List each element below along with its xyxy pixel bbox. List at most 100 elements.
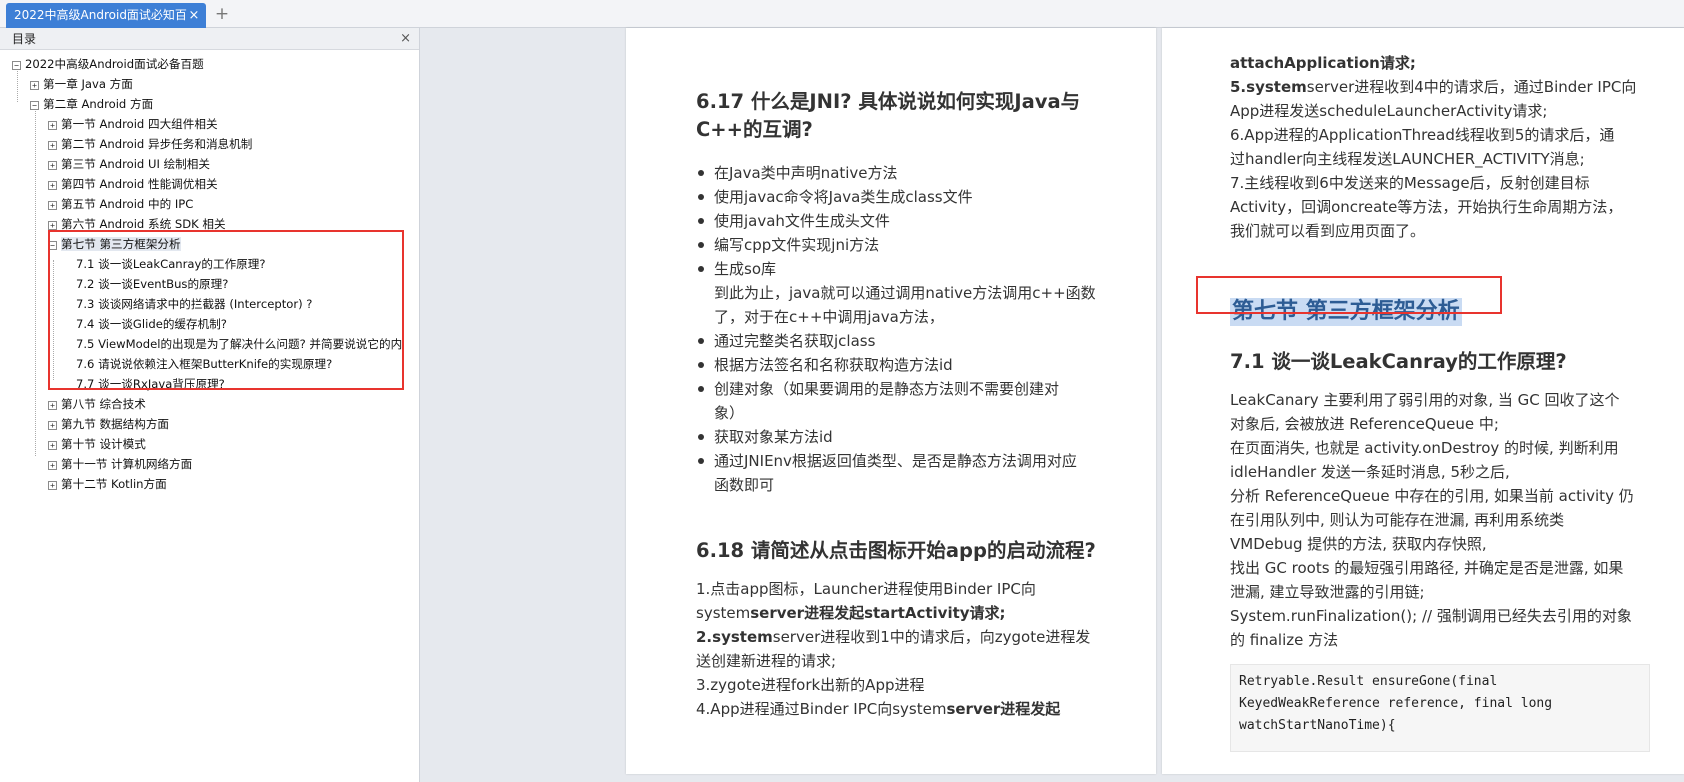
outline-header: 目录 × bbox=[0, 28, 419, 50]
outline-item-label: 第九节 数据结构方面 bbox=[61, 417, 170, 431]
code-line: KeyedWeakReference reference, final long bbox=[1239, 696, 1553, 711]
flow-line: 2.systemserver进程收到1中的请求后，向zygote进程发 bbox=[696, 628, 1091, 646]
outline-item[interactable]: + 第十节 设计模式 bbox=[48, 434, 146, 454]
outline-item-label: 第四节 Android 性能调优相关 bbox=[61, 177, 218, 191]
outline-item-label: 第八节 综合技术 bbox=[61, 397, 146, 411]
list-item: 使用javac命令将Java类生成class文件 bbox=[696, 185, 1136, 209]
list-item: 获取对象某方法id bbox=[696, 425, 1136, 449]
jni-steps-list: 在Java类中声明native方法使用javac命令将Java类生成class文… bbox=[696, 161, 1136, 497]
outline-item[interactable]: + 第十二节 Kotlin方面 bbox=[48, 474, 167, 494]
launch-flow-continued: attachApplication请求; 5.systemserver进程收到4… bbox=[1230, 51, 1670, 243]
outline-item-label: 第一章 Java 方面 bbox=[43, 77, 133, 91]
list-item-text: 使用javah文件生成头文件 bbox=[714, 212, 890, 230]
expand-icon[interactable]: + bbox=[48, 461, 57, 470]
heading-6-17: 6.17 什么是JNI? 具体说说如何实现Java与 C++的互调? bbox=[696, 88, 1080, 144]
heading-6-17-line1: 6.17 什么是JNI? 具体说说如何实现Java与 bbox=[696, 90, 1081, 113]
outline-close-icon[interactable]: × bbox=[400, 28, 411, 50]
list-item-continuation: 到此为止，java就可以通过调用native方法调用c++函数 bbox=[714, 284, 1096, 302]
outline-item[interactable]: + 第三节 Android UI 绘制相关 bbox=[48, 154, 210, 174]
outline-item-label: 第五节 Android 中的 IPC bbox=[61, 197, 194, 211]
outline-title: 目录 bbox=[12, 32, 37, 46]
outline-item-label: 第二章 Android 方面 bbox=[43, 97, 154, 111]
list-item: 使用javah文件生成头文件 bbox=[696, 209, 1136, 233]
outline-item[interactable]: + 第二节 Android 异步任务和消息机制 bbox=[48, 134, 252, 154]
heading-7-1: 7.1 谈一谈LeakCanray的工作原理? bbox=[1230, 350, 1567, 373]
expand-icon[interactable]: + bbox=[48, 141, 57, 150]
expand-icon[interactable]: + bbox=[30, 81, 39, 90]
outline-item[interactable]: + 第一章 Java 方面 bbox=[30, 74, 133, 94]
outline-sidebar: 目录 × −2022中高级Android面试必备百题 + 第一章 Java 方面 − 第… bbox=[0, 28, 420, 782]
flow-line: systemserver进程发起startActivity请求; bbox=[696, 604, 1006, 622]
body-line: 的 finalize 方法 bbox=[1230, 631, 1339, 649]
outline-item[interactable]: + 第一节 Android 四大组件相关 bbox=[48, 114, 218, 134]
page-left: 6.17 什么是JNI? 具体说说如何实现Java与 C++的互调? 在Java… bbox=[626, 28, 1156, 774]
outline-item-label: 第十二节 Kotlin方面 bbox=[61, 477, 167, 491]
expand-icon[interactable]: + bbox=[48, 201, 57, 210]
list-item-text: 通过JNIEnv根据返回值类型、是否是静态方法调用对应 bbox=[714, 452, 1077, 470]
heading-6-18: 6.18 请简述从点击图标开始app的启动流程? bbox=[696, 539, 1096, 562]
code-line: Retryable.Result ensureGone(final bbox=[1239, 674, 1498, 689]
expand-icon[interactable]: + bbox=[48, 121, 57, 130]
flow-line: 1.点击app图标，Launcher进程使用Binder IPC向 bbox=[696, 580, 1036, 598]
launch-flow-text: 1.点击app图标，Launcher进程使用Binder IPC向 system… bbox=[696, 577, 1096, 721]
outline-item-label: 第三节 Android UI 绘制相关 bbox=[61, 157, 210, 171]
expand-icon[interactable]: + bbox=[48, 481, 57, 490]
flow-line: 送创建新进程的请求; bbox=[696, 652, 837, 670]
outline-item[interactable]: + 第十一节 计算机网络方面 bbox=[48, 454, 192, 474]
body-line: 分析 ReferenceQueue 中存在的引用, 如果当前 activity … bbox=[1230, 487, 1634, 505]
flow-line: 7.主线程收到6中发送来的Message后，反射创建目标 bbox=[1230, 174, 1590, 192]
flow-line: 4.App进程通过Binder IPC向systemserver进程发起 bbox=[696, 700, 1061, 718]
list-item-continuation: 函数即可 bbox=[714, 476, 775, 494]
outline-item[interactable]: − 第二章 Android 方面 bbox=[30, 94, 153, 114]
tab-close-icon[interactable]: × bbox=[187, 3, 201, 28]
outline-item[interactable]: −2022中高级Android面试必备百题 bbox=[12, 54, 204, 74]
body-line: 泄漏, 建立导致泄露的引用链; bbox=[1230, 583, 1425, 601]
list-item: 根据方法签名和名称获取构造方法id bbox=[696, 353, 1136, 377]
flow-line: attachApplication请求; bbox=[1230, 54, 1416, 72]
body-line: idleHandler 发送一条延时消息, 5秒之后, bbox=[1230, 463, 1510, 481]
flow-line: 我们就可以看到应用页面了。 bbox=[1230, 222, 1426, 240]
outline-item-label: 2022中高级Android面试必备百题 bbox=[25, 57, 204, 71]
collapse-icon[interactable]: − bbox=[12, 61, 21, 70]
highlight-box bbox=[48, 230, 404, 390]
flow-line: 6.App进程的ApplicationThread线程收到5的请求后，通 bbox=[1230, 126, 1615, 144]
document-tab[interactable]: 2022中高级Android面试必知百 × bbox=[6, 3, 206, 28]
expand-icon[interactable]: + bbox=[48, 181, 57, 190]
outline-item[interactable]: + 第四节 Android 性能调优相关 bbox=[48, 174, 218, 194]
list-item-text: 使用javac命令将Java类生成class文件 bbox=[714, 188, 973, 206]
body-line: 在页面消失, 也就是 activity.onDestroy 的时候, 判断利用 bbox=[1230, 439, 1619, 457]
body-line: System.runFinalization(); // 强制调用已经失去引用的… bbox=[1230, 607, 1632, 625]
list-item: 编写cpp文件实现jni方法 bbox=[696, 233, 1136, 257]
collapse-icon[interactable]: − bbox=[30, 101, 39, 110]
flow-line: App进程发送scheduleLauncherActivity请求; bbox=[1230, 102, 1548, 120]
list-item-text: 在Java类中声明native方法 bbox=[714, 164, 898, 182]
document-tab-title: 2022中高级Android面试必知百 bbox=[14, 8, 187, 22]
code-block: Retryable.Result ensureGone(final KeyedWe… bbox=[1230, 664, 1650, 752]
list-item: 在Java类中声明native方法 bbox=[696, 161, 1136, 185]
leakcanary-body: LeakCanary 主要利用了弱引用的对象, 当 GC 回收了这个 对象后, 会… bbox=[1230, 388, 1670, 652]
outline-item[interactable]: + 第五节 Android 中的 IPC bbox=[48, 194, 193, 214]
expand-icon[interactable]: + bbox=[48, 401, 57, 410]
list-item: 通过完整类名获取jclass bbox=[696, 329, 1136, 353]
list-item-text: 创建对象（如果要调用的是静态方法则不需要创建对 bbox=[714, 380, 1060, 398]
new-tab-icon[interactable]: + bbox=[212, 3, 232, 25]
list-item: 通过JNIEnv根据返回值类型、是否是静态方法调用对应 函数即可 bbox=[696, 449, 1136, 497]
expand-icon[interactable]: + bbox=[48, 161, 57, 170]
expand-icon[interactable]: + bbox=[48, 221, 57, 230]
body-line: LeakCanary 主要利用了弱引用的对象, 当 GC 回收了这个 bbox=[1230, 391, 1620, 409]
list-item-text: 通过完整类名获取jclass bbox=[714, 332, 876, 350]
outline-item-label: 第一节 Android 四大组件相关 bbox=[61, 117, 218, 131]
expand-icon[interactable]: + bbox=[48, 441, 57, 450]
list-item: 生成so库 到此为止，java就可以通过调用native方法调用c++函数 了，对于… bbox=[696, 257, 1136, 329]
expand-icon[interactable]: + bbox=[48, 421, 57, 430]
list-item-continuation: 了，对于在c++中调用java方法， bbox=[714, 308, 944, 326]
flow-line: 过handler向主线程发送LAUNCHER_ACTIVITY消息; bbox=[1230, 150, 1585, 168]
flow-line: 3.zygote进程fork出新的App进程 bbox=[696, 676, 925, 694]
body-line: 找出 GC roots 的最短强引用路径, 并确定是否是泄露, 如果 bbox=[1230, 559, 1624, 577]
outline-item[interactable]: + 第九节 数据结构方面 bbox=[48, 414, 169, 434]
list-item-text: 编写cpp文件实现jni方法 bbox=[714, 236, 880, 254]
page-right: attachApplication请求; 5.systemserver进程收到4… bbox=[1162, 28, 1684, 774]
outline-item[interactable]: + 第八节 综合技术 bbox=[48, 394, 146, 414]
body-line: VMDebug 提供的方法, 获取内存快照, bbox=[1230, 535, 1487, 553]
body-line: 在引用队列中, 则认为可能存在泄漏, 再利用系统类 bbox=[1230, 511, 1565, 529]
